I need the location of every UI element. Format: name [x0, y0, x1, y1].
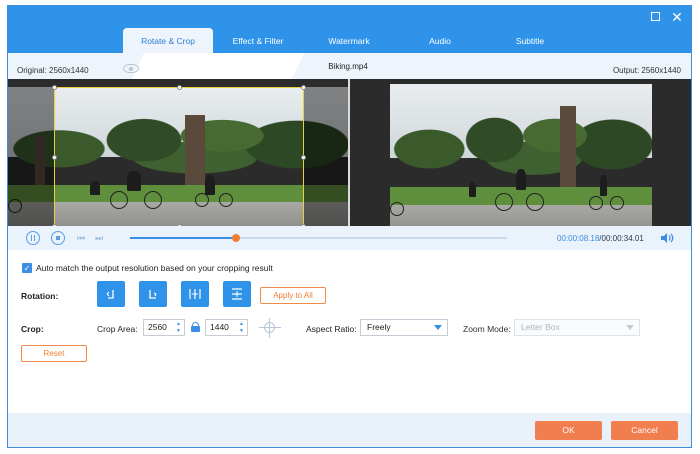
crop-handle-r[interactable] — [301, 155, 306, 160]
auto-match-label: Auto match the output resolution based o… — [36, 263, 273, 273]
center-crop-icon[interactable] — [258, 318, 282, 338]
footer-bar: OK Cancel — [8, 413, 691, 447]
output-preview — [350, 79, 691, 226]
zoom-mode-label: Zoom Mode: — [463, 324, 511, 334]
progress-track[interactable] — [130, 234, 507, 242]
lock-icon[interactable] — [191, 322, 200, 332]
cancel-button[interactable]: Cancel — [611, 421, 678, 440]
tab-bar: Rotate & Crop Effect & Filter Watermark … — [123, 28, 575, 53]
output-video-frame — [390, 84, 652, 226]
volume-icon[interactable] — [660, 232, 674, 244]
tab-subtitle[interactable]: Subtitle — [485, 28, 575, 53]
settings-panel: ✓ Auto match the output resolution based… — [8, 250, 691, 413]
time-display: 00:00:08.18/00:00:34.01 — [557, 234, 644, 243]
rotate-left-button[interactable] — [97, 281, 125, 307]
crop-height-stepper[interactable]: ▲ ▼ — [238, 321, 245, 334]
reset-button[interactable]: Reset — [21, 345, 87, 362]
preview-area — [8, 79, 691, 226]
crop-frame[interactable] — [52, 85, 306, 226]
progress-fill — [130, 237, 236, 239]
tab-effect-filter[interactable]: Effect & Filter — [213, 28, 303, 53]
crop-area-label: Crop Area: — [97, 324, 138, 334]
flip-vertical-button[interactable] — [223, 281, 251, 307]
apply-to-all-button[interactable]: Apply to All — [260, 287, 326, 304]
info-bar-notch — [131, 53, 305, 79]
crop-height-input[interactable]: 1440 ▲ ▼ — [205, 319, 248, 336]
rotate-right-icon — [149, 290, 157, 299]
info-bar: Original: 2560x1440 Biking.mp4 Output: 2… — [8, 53, 691, 79]
flip-vertical-icon — [232, 288, 242, 300]
auto-match-row: ✓ Auto match the output resolution based… — [22, 263, 273, 273]
progress-handle[interactable] — [231, 234, 240, 242]
editor-window: ✕ Rotate & Crop Effect & Filter Watermar… — [7, 5, 692, 448]
crop-label: Crop: — [21, 324, 44, 334]
zoom-mode-value: Letter Box — [521, 322, 560, 332]
rotate-left-icon — [106, 290, 114, 299]
aspect-ratio-select[interactable]: Freely — [360, 319, 448, 336]
tab-watermark[interactable]: Watermark — [303, 28, 395, 53]
total-time: 00:00:34.01 — [601, 234, 644, 243]
tab-audio[interactable]: Audio — [395, 28, 485, 53]
crop-width-input[interactable]: 2560 ▲ ▼ — [143, 319, 185, 336]
current-time: 00:00:08.18 — [557, 234, 600, 243]
flip-horizontal-button[interactable] — [181, 281, 209, 307]
rotation-label: Rotation: — [21, 291, 59, 301]
zoom-mode-select: Letter Box — [514, 319, 640, 336]
chevron-down-icon — [434, 325, 442, 330]
crop-width-value: 2560 — [148, 322, 167, 332]
title-bar: ✕ Rotate & Crop Effect & Filter Watermar… — [8, 6, 691, 53]
ok-button[interactable]: OK — [535, 421, 602, 440]
rotate-right-button[interactable] — [139, 281, 167, 307]
file-name: Biking.mp4 — [328, 62, 368, 71]
crop-handle-t[interactable] — [177, 85, 182, 90]
crop-width-stepper[interactable]: ▲ ▼ — [175, 321, 182, 334]
crop-handle-tl[interactable] — [52, 85, 57, 90]
chevron-down-icon — [626, 325, 634, 330]
crop-handle-l[interactable] — [52, 155, 57, 160]
auto-match-checkbox[interactable]: ✓ — [22, 263, 32, 273]
flip-horizontal-icon — [189, 289, 201, 299]
close-icon[interactable]: ✕ — [670, 10, 684, 24]
aspect-ratio-label: Aspect Ratio: — [306, 324, 357, 334]
original-resolution: Original: 2560x1440 — [17, 66, 89, 75]
tab-rotate-crop[interactable]: Rotate & Crop — [123, 28, 213, 53]
next-frame-icon[interactable]: ⏭ — [93, 232, 105, 244]
eye-icon[interactable] — [123, 64, 139, 73]
pause-button[interactable] — [26, 231, 40, 245]
aspect-ratio-value: Freely — [367, 322, 391, 332]
crop-height-value: 1440 — [210, 322, 229, 332]
stop-button[interactable] — [51, 231, 65, 245]
output-resolution: Output: 2560x1440 — [612, 66, 681, 75]
previous-frame-icon[interactable]: ⏮ — [75, 232, 87, 244]
player-controls: ⏮ ⏭ 00:00:08.18/00:00:34.01 — [8, 226, 691, 250]
maximize-icon[interactable] — [648, 10, 662, 24]
crop-handle-tr[interactable] — [301, 85, 306, 90]
original-preview — [8, 79, 348, 226]
